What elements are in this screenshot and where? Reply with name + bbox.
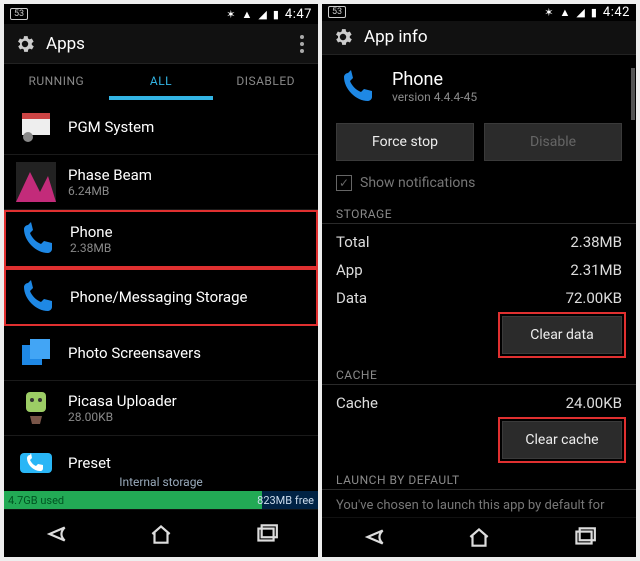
list-item[interactable]: Phase Beam6.24MB	[4, 155, 318, 210]
app-size: 28.00KB	[68, 410, 177, 424]
action-title: App info	[364, 27, 428, 47]
checkbox-icon: ✓	[336, 175, 352, 191]
disable-button: Disable	[484, 123, 622, 161]
nav-bar	[322, 517, 636, 557]
tab-running[interactable]: RUNNING	[4, 64, 109, 100]
vibrate-icon: ✶	[226, 8, 235, 21]
section-launch: LAUNCH BY DEFAULT	[322, 467, 636, 490]
storage-used: 4.7GB used	[8, 494, 64, 507]
battery-icon: ▮	[273, 8, 279, 21]
battery-badge: 53	[328, 6, 346, 18]
screen-app-info: 53 ✶ ▲ ◢ ▮ 4:42 App info Phone version 4…	[322, 4, 636, 557]
app-size: 2.38MB	[70, 241, 113, 255]
section-cache: CACHE	[322, 362, 636, 385]
list-item-phone-messaging-storage[interactable]: Phone/Messaging Storage	[4, 268, 318, 326]
vibrate-icon: ✶	[544, 6, 553, 19]
app-name: Photo Screensavers	[68, 344, 201, 362]
phone-icon	[336, 65, 380, 109]
battery-badge: 53	[10, 8, 28, 20]
home-button[interactable]	[131, 519, 191, 549]
list-item[interactable]: Photo Screensavers	[4, 326, 318, 381]
app-icon	[16, 162, 56, 202]
launch-by-default-text: You've chosen to launch this app by defa…	[322, 494, 636, 517]
list-item[interactable]: Picasa Uploader28.00KB	[4, 381, 318, 436]
signal-icon: ◢	[576, 6, 584, 19]
app-name: Picasa Uploader	[68, 392, 177, 410]
gear-icon[interactable]	[332, 26, 354, 48]
clock: 4:42	[603, 5, 630, 20]
home-button[interactable]	[449, 522, 509, 552]
gear-icon[interactable]	[14, 33, 36, 55]
list-item[interactable]: PGM System	[4, 100, 318, 155]
force-stop-button[interactable]: Force stop	[336, 123, 474, 161]
app-version: version 4.4.4-45	[392, 90, 477, 104]
list-item-phone[interactable]: Phone2.38MB	[4, 210, 318, 268]
section-storage: STORAGE	[322, 201, 636, 224]
wifi-icon: ▲	[242, 8, 253, 21]
apps-list[interactable]: PGM System Phase Beam6.24MB Phone2.38MB …	[4, 100, 318, 509]
app-icon	[16, 388, 56, 428]
tab-all[interactable]: ALL	[109, 64, 214, 100]
app-name: Phone/Messaging Storage	[70, 288, 247, 306]
phone-icon	[18, 277, 58, 317]
storage-footer: Internal storage 4.7GB used 823MB free	[4, 473, 318, 509]
storage-free: 823MB free	[257, 494, 314, 507]
back-button[interactable]	[344, 522, 404, 552]
back-button[interactable]	[26, 519, 86, 549]
battery-icon: ▮	[591, 6, 597, 19]
action-title: Apps	[46, 34, 85, 54]
app-size: 6.24MB	[68, 184, 152, 198]
storage-label: Internal storage	[4, 473, 318, 491]
app-name: Phone	[70, 223, 113, 241]
nav-bar	[4, 509, 318, 557]
action-bar: App info	[322, 21, 636, 55]
clear-cache-button[interactable]: Clear cache	[502, 421, 622, 459]
signal-icon: ◢	[258, 8, 266, 21]
app-icon	[16, 333, 56, 373]
kv-data: Data72.00KB	[322, 284, 636, 312]
app-icon	[16, 107, 56, 147]
app-name: Phone	[392, 69, 477, 90]
screen-apps-list: 53 ✶ ▲ ◢ ▮ 4:47 Apps RUNNING ALL DISABLE…	[4, 4, 318, 557]
kv-total: Total2.38MB	[322, 228, 636, 256]
show-notifications-checkbox[interactable]: ✓ Show notifications	[322, 169, 636, 201]
kv-app: App2.31MB	[322, 256, 636, 284]
app-name: Phase Beam	[68, 166, 152, 184]
scrollbar[interactable]	[631, 68, 635, 120]
action-bar: Apps	[4, 24, 318, 64]
recents-button[interactable]	[554, 522, 614, 552]
app-name: PGM System	[68, 118, 154, 136]
tabs: RUNNING ALL DISABLED	[4, 64, 318, 100]
app-info-header: Phone version 4.4.4-45	[322, 55, 636, 119]
clear-data-button[interactable]: Clear data	[502, 316, 622, 354]
status-bar: 53 ✶ ▲ ◢ ▮ 4:47	[4, 4, 318, 24]
recents-button[interactable]	[236, 519, 296, 549]
overflow-menu[interactable]	[296, 31, 308, 57]
app-name: Preset	[68, 454, 111, 472]
clock: 4:47	[285, 7, 312, 22]
phone-icon	[18, 219, 58, 259]
status-bar: 53 ✶ ▲ ◢ ▮ 4:42	[322, 4, 636, 21]
tab-disabled[interactable]: DISABLED	[213, 64, 318, 100]
kv-cache: Cache24.00KB	[322, 389, 636, 417]
wifi-icon: ▲	[560, 6, 571, 19]
checkbox-label: Show notifications	[360, 175, 475, 191]
